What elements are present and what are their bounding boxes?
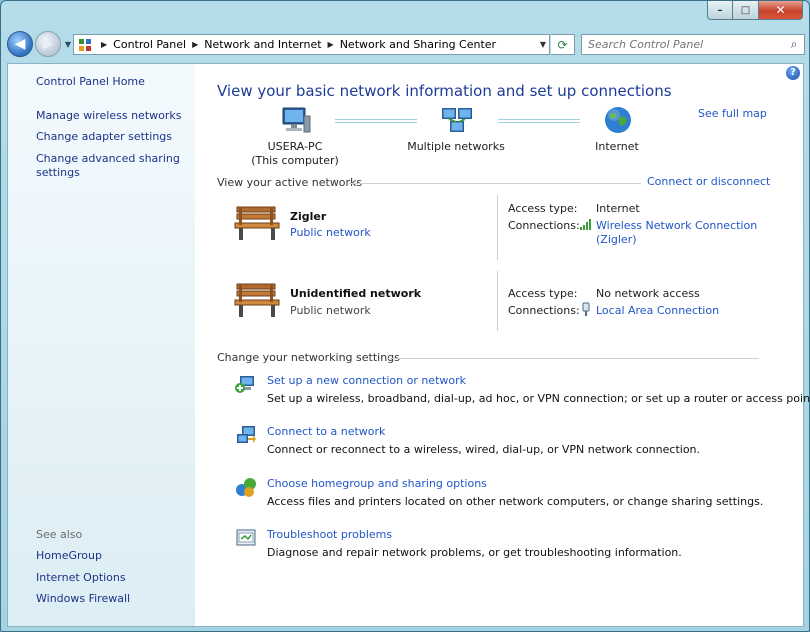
wireless-network-connection-link-line2[interactable]: (Zigler) <box>596 233 637 246</box>
active-networks-label: View your active networks <box>217 176 363 189</box>
network-type-unidentified: Public network <box>290 304 371 317</box>
public-network-bench-icon <box>233 204 281 242</box>
search-input[interactable] <box>582 35 784 54</box>
ethernet-plug-icon <box>582 302 590 316</box>
sidebar-windows-firewall[interactable]: Windows Firewall <box>36 592 130 606</box>
window: – □ ✕ ◀ ▶ ▼ ▶ Control Panel ▶ Network an… <box>0 0 810 632</box>
navigation-bar: ◀ ▶ ▼ ▶ Control Panel ▶ Network and Inte… <box>7 29 805 59</box>
see-also-header: See also <box>36 528 83 541</box>
search-box[interactable]: ⌕ <box>581 34 805 55</box>
caption-buttons: – □ ✕ <box>707 1 803 21</box>
maximize-button[interactable]: □ <box>733 1 759 20</box>
breadcrumb-arrow-icon[interactable]: ▶ <box>192 40 198 49</box>
wireless-signal-icon <box>580 219 592 230</box>
divider <box>497 271 498 331</box>
local-area-connection-link[interactable]: Local Area Connection <box>596 304 719 317</box>
refresh-button[interactable]: ⟳ <box>551 34 575 55</box>
divider <box>349 183 641 184</box>
setup-connection-description: Set up a wireless, broadband, dial-up, a… <box>267 392 810 405</box>
main-content: ? View your basic network information an… <box>195 63 810 627</box>
access-type-label: Access type: <box>508 202 578 215</box>
address-bar[interactable]: ▶ Control Panel ▶ Network and Internet ▶… <box>73 34 550 55</box>
map-connector <box>498 119 580 123</box>
back-button[interactable]: ◀ <box>7 31 33 57</box>
breadcrumb-network-and-internet[interactable]: Network and Internet <box>204 38 321 51</box>
sidebar: Control Panel Home Manage wireless netwo… <box>7 63 195 627</box>
public-network-bench-icon <box>233 281 281 319</box>
search-icon[interactable]: ⌕ <box>784 37 804 52</box>
divider <box>497 195 498 260</box>
sidebar-control-panel-home[interactable]: Control Panel Home <box>36 75 145 89</box>
network-type-zigler-link[interactable]: Public network <box>290 226 371 239</box>
access-type-label: Access type: <box>508 287 578 300</box>
breadcrumb-arrow-icon[interactable]: ▶ <box>328 40 334 49</box>
close-button[interactable]: ✕ <box>759 1 803 20</box>
page-title: View your basic network information and … <box>217 82 672 100</box>
change-settings-label: Change your networking settings <box>217 351 400 364</box>
new-connection-icon <box>235 372 257 394</box>
sidebar-change-advanced-sharing[interactable]: Change advanced sharing <box>36 152 180 166</box>
troubleshoot-icon <box>235 527 257 549</box>
troubleshoot-link[interactable]: Troubleshoot problems <box>267 528 392 541</box>
wireless-network-connection-link[interactable]: Wireless Network Connection <box>596 219 757 232</box>
access-type-value: Internet <box>596 202 640 215</box>
connections-label: Connections: <box>508 219 580 232</box>
sidebar-change-adapter-settings[interactable]: Change adapter settings <box>36 130 172 144</box>
homegroup-sharing-link[interactable]: Choose homegroup and sharing options <box>267 477 487 490</box>
map-pc-subtitle: (This computer) <box>251 154 339 167</box>
troubleshoot-description: Diagnose and repair network problems, or… <box>267 546 682 559</box>
map-multiple-networks: Multiple networks <box>407 140 505 153</box>
refresh-icon: ⟳ <box>557 37 568 52</box>
homegroup-icon <box>235 476 257 498</box>
homegroup-sharing-description: Access files and printers located on oth… <box>267 495 764 508</box>
network-name-unidentified: Unidentified network <box>290 287 422 300</box>
map-connector <box>335 119 417 123</box>
setup-connection-link[interactable]: Set up a new connection or network <box>267 374 466 387</box>
map-internet: Internet <box>595 140 639 153</box>
control-panel-icon <box>78 38 92 52</box>
divider <box>387 358 759 359</box>
sidebar-homegroup[interactable]: HomeGroup <box>36 549 102 563</box>
multiple-networks-icon <box>440 106 476 136</box>
access-type-value: No network access <box>596 287 700 300</box>
minimize-button[interactable]: – <box>707 1 733 20</box>
connect-or-disconnect-link[interactable]: Connect or disconnect <box>647 175 770 188</box>
map-pc-name: USERA-PC <box>267 140 323 153</box>
forward-button[interactable]: ▶ <box>35 31 61 57</box>
internet-globe-icon <box>603 105 633 135</box>
breadcrumb-control-panel[interactable]: Control Panel <box>113 38 186 51</box>
connect-to-network-link[interactable]: Connect to a network <box>267 425 385 438</box>
computer-icon <box>279 106 311 136</box>
sidebar-manage-wireless-networks[interactable]: Manage wireless networks <box>36 109 181 123</box>
breadcrumb-network-and-sharing-center[interactable]: Network and Sharing Center <box>340 38 496 51</box>
network-name-zigler: Zigler <box>290 210 327 223</box>
sidebar-change-advanced-sharing-line2[interactable]: settings <box>36 166 80 180</box>
connect-to-network-description: Connect or reconnect to a wireless, wire… <box>267 443 701 456</box>
connect-network-icon <box>235 424 257 446</box>
address-dropdown-icon[interactable]: ▼ <box>540 40 546 49</box>
help-icon[interactable]: ? <box>786 66 800 80</box>
see-full-map-link[interactable]: See full map <box>698 107 767 120</box>
connections-label: Connections: <box>508 304 580 317</box>
sidebar-internet-options[interactable]: Internet Options <box>36 571 126 585</box>
breadcrumb-arrow-icon: ▶ <box>101 40 108 49</box>
